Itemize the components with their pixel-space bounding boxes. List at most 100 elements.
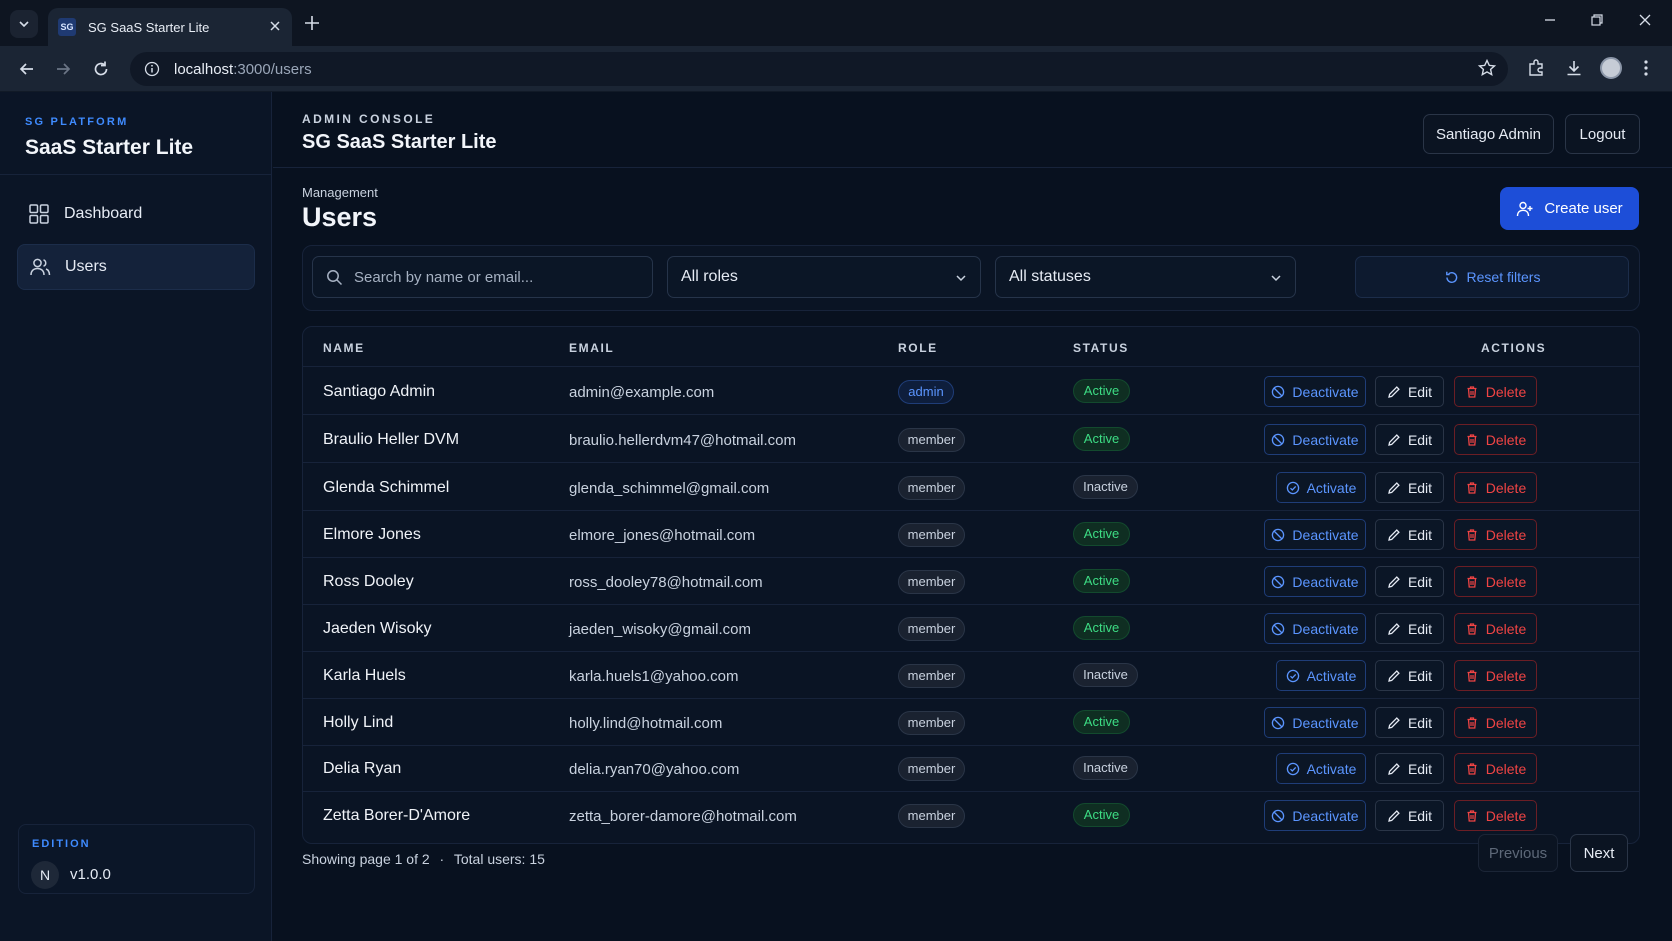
status-badge: Inactive	[1073, 662, 1138, 687]
separator: ·	[439, 851, 445, 867]
create-user-button[interactable]: Create user	[1500, 187, 1639, 230]
sidebar-item-label: Dashboard	[64, 205, 143, 222]
deactivate-button[interactable]: Deactivate	[1264, 376, 1366, 407]
status-filter-select[interactable]: All statuses	[995, 256, 1296, 298]
close-icon[interactable]	[268, 19, 282, 33]
edit-button[interactable]: Edit	[1375, 424, 1444, 455]
table-row: Santiago Admin admin@example.com admin Acti…	[303, 368, 1639, 415]
back-icon[interactable]	[17, 59, 37, 79]
reload-icon[interactable]	[91, 59, 111, 79]
browser-toolbar: localhost:3000/users	[0, 46, 1672, 92]
minimize-icon[interactable]	[1543, 13, 1557, 27]
pencil-icon	[1388, 385, 1400, 398]
delete-button[interactable]: Delete	[1454, 613, 1537, 644]
deactivate-button[interactable]: Deactivate	[1264, 707, 1366, 738]
trash-icon	[1467, 433, 1477, 446]
edit-button[interactable]: Edit	[1375, 707, 1444, 738]
ban-icon	[1272, 433, 1285, 446]
delete-button[interactable]: Delete	[1454, 424, 1537, 455]
deactivate-label: Deactivate	[1292, 383, 1359, 400]
edit-button[interactable]: Edit	[1375, 800, 1444, 831]
current-user-button[interactable]: Santiago Admin	[1423, 114, 1554, 154]
table-row: Zetta Borer-D'Amore zetta_borer-damore@ho…	[303, 792, 1639, 839]
browser-tab[interactable]: SG SG SaaS Starter Lite	[48, 8, 292, 46]
role-badge: member	[898, 756, 965, 781]
delete-button[interactable]: Delete	[1454, 376, 1537, 407]
delete-button[interactable]: Delete	[1454, 800, 1537, 831]
edit-label: Edit	[1407, 807, 1433, 824]
user-plus-icon	[1517, 201, 1533, 216]
deactivate-button[interactable]: Deactivate	[1264, 613, 1366, 644]
chevron-down-icon	[19, 21, 29, 28]
user-name: Braulio Heller DVM	[323, 430, 460, 448]
more-vert-icon[interactable]	[1638, 58, 1654, 78]
delete-button[interactable]: Delete	[1454, 566, 1537, 597]
activate-button[interactable]: Activate	[1276, 472, 1366, 503]
deactivate-button[interactable]: Deactivate	[1264, 519, 1366, 550]
forward-icon[interactable]	[53, 59, 73, 79]
ban-icon	[1272, 385, 1285, 398]
table-row: Delia Ryan delia.ryan70@yahoo.com member In…	[303, 745, 1639, 792]
tab-list-button[interactable]	[10, 10, 38, 38]
ban-icon	[1272, 809, 1285, 822]
delete-button[interactable]: Delete	[1454, 753, 1537, 784]
extensions-icon[interactable]	[1526, 58, 1546, 78]
delete-button[interactable]: Delete	[1454, 472, 1537, 503]
deactivate-button[interactable]: Deactivate	[1264, 566, 1366, 597]
restore-icon[interactable]	[1590, 13, 1604, 27]
trash-icon	[1467, 622, 1477, 635]
sidebar-item-dashboard[interactable]: Dashboard	[17, 191, 255, 237]
edit-button[interactable]: Edit	[1375, 566, 1444, 597]
delete-label: Delete	[1485, 807, 1527, 824]
delete-button[interactable]: Delete	[1454, 660, 1537, 691]
window-close-icon[interactable]	[1638, 13, 1652, 27]
role-badge: member	[898, 569, 965, 594]
edition-badge: N	[31, 861, 59, 889]
browser-tab-bar: SG SG SaaS Starter Lite	[0, 0, 1672, 46]
delete-label: Delete	[1485, 573, 1527, 590]
edit-button[interactable]: Edit	[1375, 613, 1444, 644]
edit-button[interactable]: Edit	[1375, 660, 1444, 691]
delete-label: Delete	[1485, 479, 1527, 496]
user-name: Karla Huels	[323, 666, 406, 684]
reset-filters-button[interactable]: Reset filters	[1355, 256, 1629, 298]
logout-button[interactable]: Logout	[1565, 114, 1640, 154]
next-page-button[interactable]: Next	[1570, 834, 1628, 872]
deactivate-label: Deactivate	[1292, 526, 1359, 543]
table-row: Jaeden Wisoky jaeden_wisoky@gmail.com memb…	[303, 605, 1639, 652]
edit-button[interactable]: Edit	[1375, 472, 1444, 503]
activate-button[interactable]: Activate	[1276, 753, 1366, 784]
delete-button[interactable]: Delete	[1454, 519, 1537, 550]
activate-button[interactable]: Activate	[1276, 660, 1366, 691]
table-row: Karla Huels karla.huels1@yahoo.com member I…	[303, 652, 1639, 699]
search-icon	[327, 269, 343, 285]
column-header-status: STATUS	[1073, 341, 1129, 355]
bookmark-star-icon[interactable]	[1477, 58, 1497, 78]
previous-page-button[interactable]: Previous	[1478, 834, 1558, 872]
search-input[interactable]	[354, 268, 634, 286]
delete-button[interactable]: Delete	[1454, 707, 1537, 738]
download-icon[interactable]	[1564, 58, 1584, 78]
table-row: Glenda Schimmel glenda_schimmel@gmail.com…	[303, 464, 1639, 511]
profile-avatar-icon[interactable]	[1600, 57, 1622, 79]
edit-label: Edit	[1407, 714, 1433, 731]
site-info-icon[interactable]	[144, 61, 160, 77]
edit-button[interactable]: Edit	[1375, 519, 1444, 550]
status-badge: Active	[1073, 709, 1130, 734]
sidebar-item-users[interactable]: Users	[17, 244, 255, 290]
address-bar[interactable]: localhost:3000/users	[130, 52, 1508, 86]
search-field[interactable]	[312, 256, 653, 298]
deactivate-button[interactable]: Deactivate	[1264, 424, 1366, 455]
delete-label: Delete	[1485, 620, 1527, 637]
deactivate-button[interactable]: Deactivate	[1264, 800, 1366, 831]
new-tab-icon[interactable]	[302, 13, 322, 33]
edit-button[interactable]: Edit	[1375, 753, 1444, 784]
edit-label: Edit	[1407, 431, 1433, 448]
user-email: ross_dooley78@hotmail.com	[569, 573, 763, 591]
edit-button[interactable]: Edit	[1375, 376, 1444, 407]
status-badge: Active	[1073, 568, 1130, 593]
table-header: NAME EMAIL ROLE STATUS ACTIONS	[303, 327, 1639, 367]
chevron-down-icon	[1271, 275, 1281, 282]
role-filter-select[interactable]: All roles	[667, 256, 981, 298]
activate-label: Activate	[1306, 667, 1357, 684]
